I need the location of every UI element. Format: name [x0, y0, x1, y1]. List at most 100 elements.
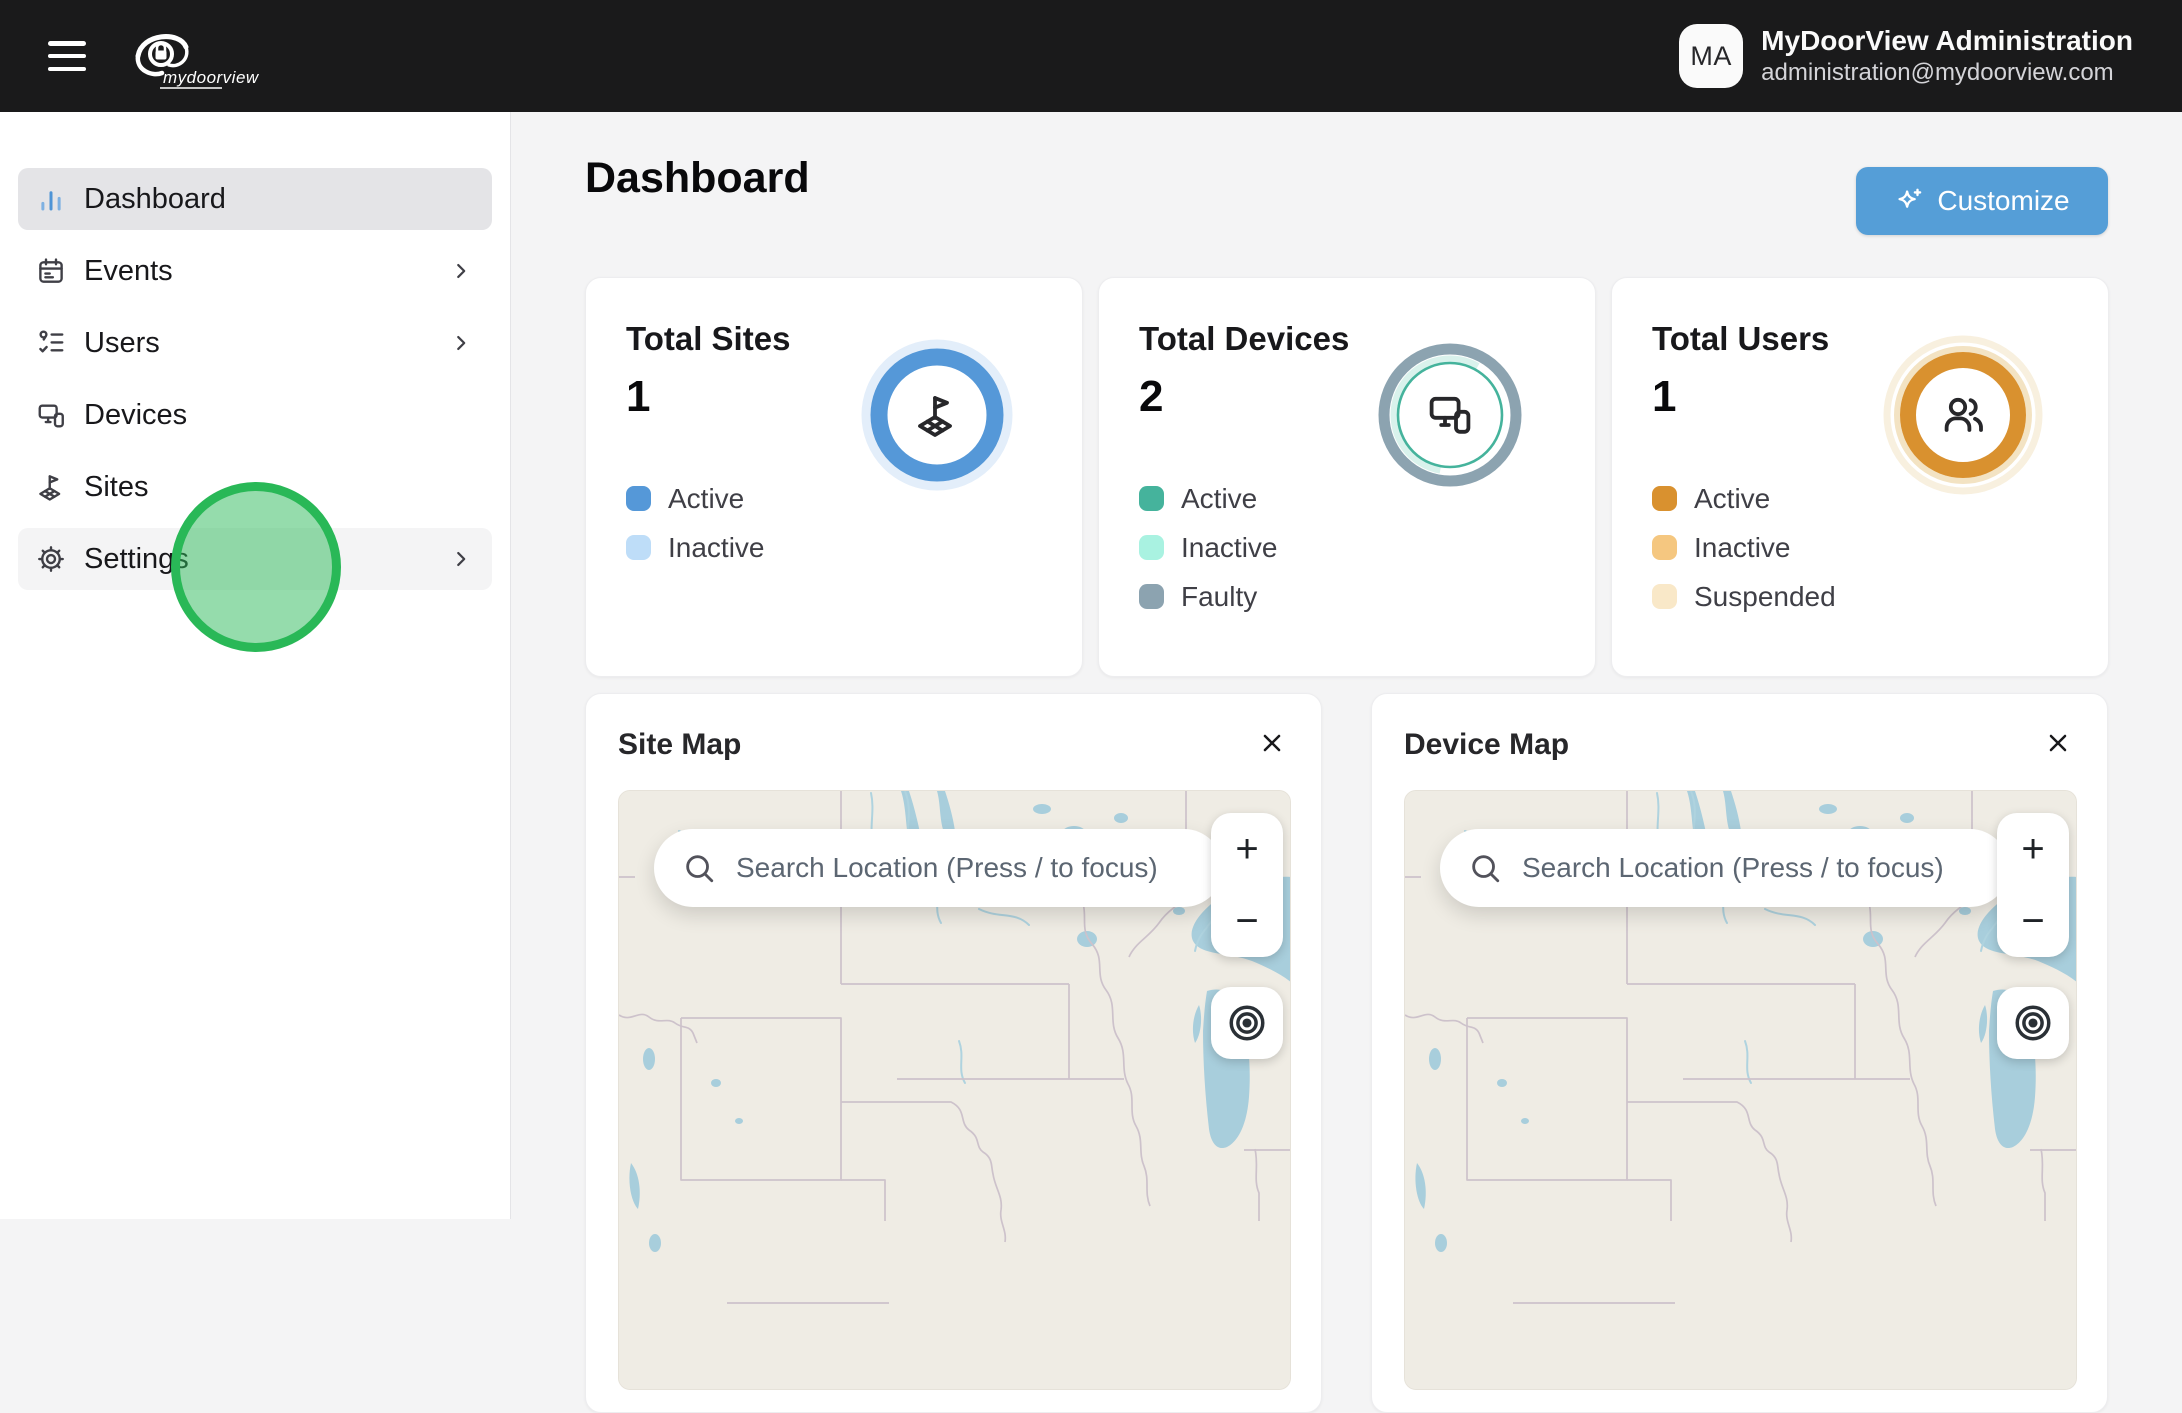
card-title: Site Map — [618, 728, 741, 762]
legend-swatch — [626, 486, 651, 511]
sidebar-item-sites[interactable]: Sites — [18, 456, 492, 518]
card-title: Total Sites — [626, 320, 790, 358]
card-title: Total Devices — [1139, 320, 1349, 358]
legend-item: Faulty — [1139, 572, 1278, 621]
device-map-card: Device Map + − — [1371, 693, 2108, 1413]
total-devices-card: Total Devices 2 Active Inactive F — [1098, 277, 1596, 677]
bullseye-icon — [2012, 1002, 2054, 1044]
devices-donut-chart — [1357, 322, 1543, 508]
users-icon — [1947, 400, 1981, 430]
chevron-right-icon — [450, 548, 472, 570]
user-menu[interactable]: MA MyDoorView Administration administrat… — [1679, 0, 2133, 112]
zoom-out-button[interactable]: − — [1997, 885, 2069, 957]
legend-swatch — [1139, 486, 1164, 511]
customize-button[interactable]: Customize — [1856, 167, 2108, 235]
sparkles-icon — [1894, 186, 1924, 216]
legend-item: Inactive — [1652, 523, 1836, 572]
main-content: Dashboard Customize Total Sites 1 Active — [512, 112, 2182, 1219]
legend-label: Active — [1181, 483, 1257, 515]
card-count: 1 — [1652, 372, 1676, 422]
sidebar-item-label: Users — [84, 327, 160, 360]
mydoorview-logo: mydoorview — [122, 20, 282, 97]
close-button[interactable] — [2041, 726, 2075, 760]
avatar: MA — [1679, 24, 1743, 88]
map-canvas[interactable]: + − — [618, 790, 1291, 1390]
map-zoom-control: + − — [1997, 813, 2069, 957]
sidebar-item-label: Devices — [84, 399, 187, 432]
legend-label: Active — [668, 483, 744, 515]
legend-swatch — [1139, 584, 1164, 609]
legend-item: Inactive — [626, 523, 765, 572]
site-flag-icon — [920, 398, 950, 435]
site-map-card: Site Map + − — [585, 693, 1322, 1413]
sidebar-item-settings[interactable]: Settings — [18, 528, 492, 590]
legend-item: Suspended — [1652, 572, 1836, 621]
sidebar-item-devices[interactable]: Devices — [18, 384, 492, 446]
search-icon — [682, 851, 716, 885]
legend-item: Active — [1139, 474, 1278, 523]
total-users-card: Total Users 1 Active Inactive — [1611, 277, 2109, 677]
user-email: administration@mydoorview.com — [1761, 58, 2133, 88]
devices-icon — [36, 400, 66, 430]
locate-button[interactable] — [1997, 987, 2069, 1059]
sidebar-item-label: Dashboard — [84, 183, 226, 216]
legend-item: Inactive — [1139, 523, 1278, 572]
gear-icon — [36, 544, 66, 574]
legend-swatch — [626, 535, 651, 560]
map-canvas[interactable]: + − — [1404, 790, 2077, 1390]
sidebar-item-users[interactable]: Users — [18, 312, 492, 374]
top-bar: mydoorview MA MyDoorView Administration … — [0, 0, 2182, 112]
sidebar-item-label: Sites — [84, 471, 148, 504]
sidebar-item-label: Settings — [84, 543, 189, 576]
sidebar: Dashboard Events Users Devices — [0, 112, 511, 1219]
map-search-bar — [1440, 829, 2009, 907]
brand-text: mydoorview — [163, 68, 260, 87]
legend-label: Faulty — [1181, 581, 1257, 613]
total-sites-card: Total Sites 1 Active Inactive — [585, 277, 1083, 677]
user-list-icon — [36, 328, 66, 358]
legend: Active Inactive — [626, 474, 765, 572]
bullseye-icon — [1226, 1002, 1268, 1044]
site-flag-icon — [36, 472, 66, 502]
calendar-icon — [36, 256, 66, 286]
legend-swatch — [1652, 535, 1677, 560]
sites-donut-chart — [844, 322, 1030, 508]
devices-icon — [1432, 399, 1469, 432]
card-title: Total Users — [1652, 320, 1829, 358]
legend-label: Inactive — [668, 532, 765, 564]
locate-button[interactable] — [1211, 987, 1283, 1059]
legend-swatch — [1139, 535, 1164, 560]
legend-label: Suspended — [1694, 581, 1836, 613]
zoom-in-button[interactable]: + — [1211, 813, 1283, 885]
chevron-right-icon — [450, 332, 472, 354]
users-donut-chart — [1870, 322, 2056, 508]
map-search-bar — [654, 829, 1223, 907]
sidebar-item-events[interactable]: Events — [18, 240, 492, 302]
legend: Active Inactive Suspended — [1652, 474, 1836, 621]
legend-swatch — [1652, 584, 1677, 609]
search-icon — [1468, 851, 1502, 885]
hamburger-menu-icon[interactable] — [46, 37, 88, 75]
legend-item: Active — [1652, 474, 1836, 523]
legend-swatch — [1652, 486, 1677, 511]
legend-item: Active — [626, 474, 765, 523]
zoom-out-button[interactable]: − — [1211, 885, 1283, 957]
card-title: Device Map — [1404, 728, 1569, 762]
customize-label: Customize — [1937, 185, 2069, 217]
chevron-right-icon — [450, 260, 472, 282]
close-button[interactable] — [1255, 726, 1289, 760]
legend-label: Active — [1694, 483, 1770, 515]
page-title: Dashboard — [585, 154, 810, 203]
zoom-in-button[interactable]: + — [1997, 813, 2069, 885]
legend: Active Inactive Faulty — [1139, 474, 1278, 621]
search-location-input[interactable] — [1522, 852, 1981, 884]
sidebar-item-label: Events — [84, 255, 173, 288]
close-icon — [1259, 730, 1285, 756]
search-location-input[interactable] — [736, 852, 1195, 884]
legend-label: Inactive — [1181, 532, 1278, 564]
close-icon — [2045, 730, 2071, 756]
map-zoom-control: + − — [1211, 813, 1283, 957]
sidebar-item-dashboard[interactable]: Dashboard — [18, 168, 492, 230]
bar-chart-icon — [36, 184, 66, 214]
card-count: 2 — [1139, 372, 1163, 422]
